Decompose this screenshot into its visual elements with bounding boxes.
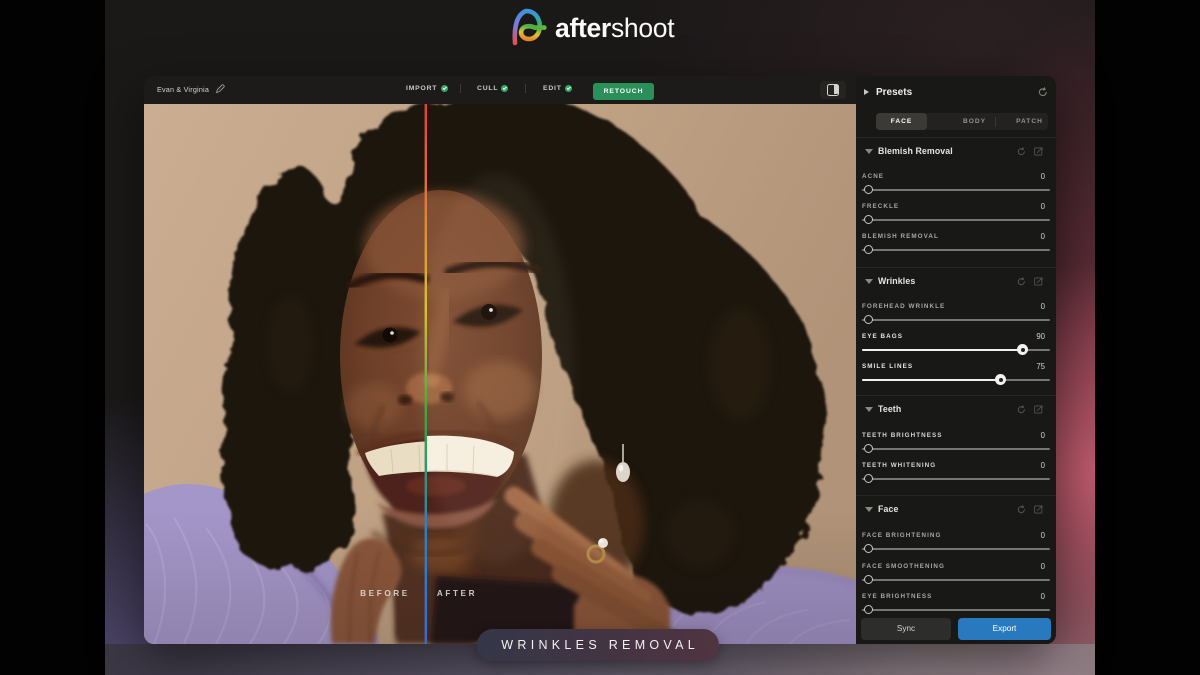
svg-text:BEFORE: BEFORE: [360, 589, 410, 598]
svg-text:AFTER: AFTER: [437, 589, 477, 598]
